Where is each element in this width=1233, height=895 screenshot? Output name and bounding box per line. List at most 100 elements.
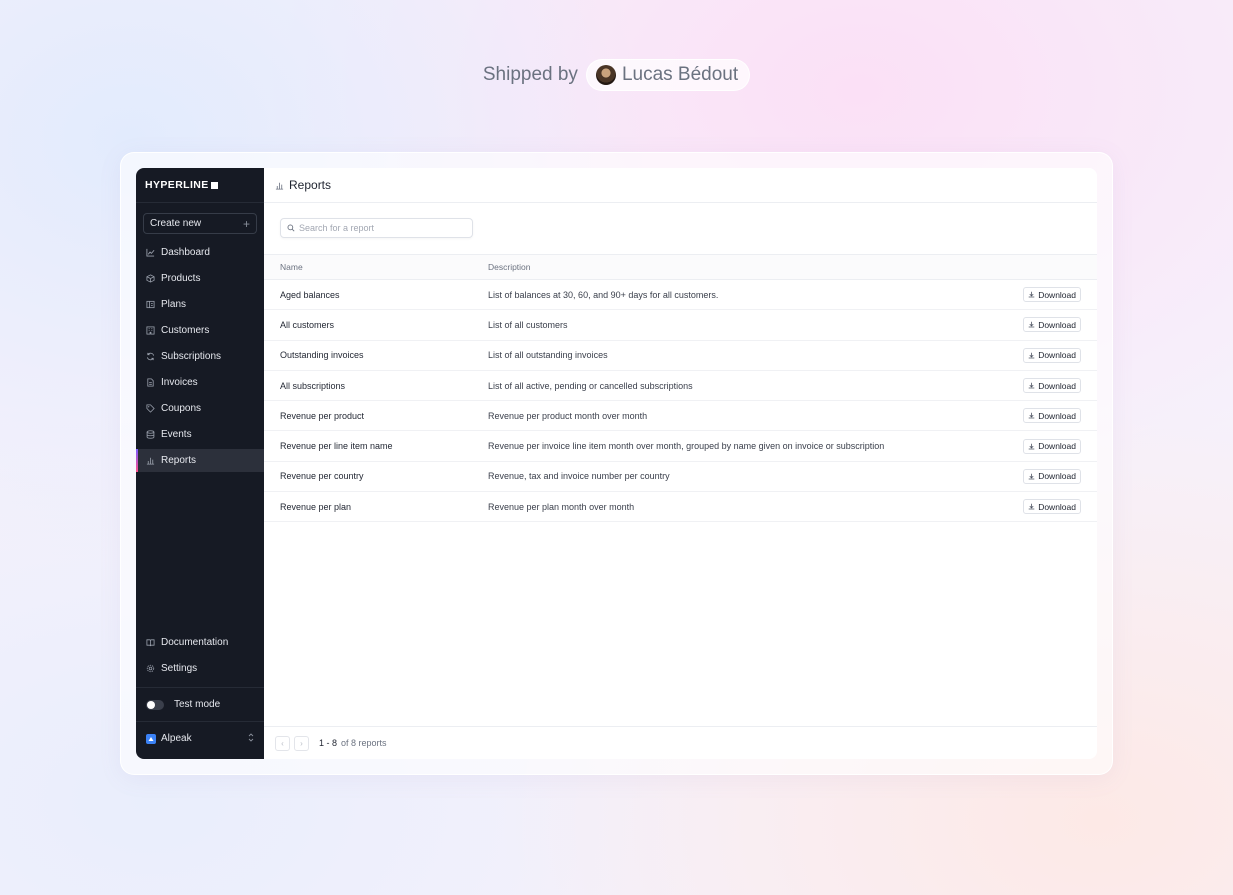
prev-page-button[interactable]: ‹ xyxy=(275,735,290,751)
download-label: Download xyxy=(1038,350,1076,361)
box-icon xyxy=(146,274,155,283)
pagination: ‹ › 1 - 8 of 8 reports xyxy=(264,726,1097,759)
gear-icon xyxy=(146,664,155,673)
logo-text: HYPERLINE xyxy=(145,179,209,191)
table-row[interactable]: Revenue per country Revenue, tax and invo… xyxy=(264,462,1097,493)
download-label: Download xyxy=(1038,319,1076,330)
workspace-name: Alpeak xyxy=(161,733,192,744)
sidebar-item-products[interactable]: Products xyxy=(136,267,264,290)
download-button[interactable]: Download xyxy=(1023,408,1081,424)
download-button[interactable]: Download xyxy=(1023,287,1081,303)
download-icon xyxy=(1028,412,1035,419)
table-row[interactable]: Revenue per plan Revenue per plan month o… xyxy=(264,492,1097,523)
download-button[interactable]: Download xyxy=(1023,468,1081,484)
main-content: Reports Search for a report Name Descrip… xyxy=(264,168,1097,759)
sidebar-item-documentation[interactable]: Documentation xyxy=(136,631,264,654)
report-name: Revenue per line item name xyxy=(280,441,393,452)
shipped-by-text: Shipped by xyxy=(482,64,578,85)
sidebar: HYPERLINE Create new + Dashboard Product… xyxy=(136,168,264,759)
create-new-label: Create new xyxy=(150,218,202,229)
report-description: List of all active, pending or cancelled… xyxy=(488,380,693,391)
file-icon xyxy=(146,378,155,387)
documentation-label: Documentation xyxy=(161,637,229,648)
search-icon xyxy=(287,224,295,232)
test-mode-toggle[interactable] xyxy=(146,699,164,710)
search-input[interactable]: Search for a report xyxy=(280,218,473,238)
sidebar-item-subscriptions[interactable]: Subscriptions xyxy=(136,345,264,368)
download-label: Download xyxy=(1038,380,1076,391)
download-icon xyxy=(1028,443,1035,450)
logo-square-icon xyxy=(210,181,218,189)
download-label: Download xyxy=(1038,410,1076,421)
download-button[interactable]: Download xyxy=(1023,317,1081,333)
table-row[interactable]: Revenue per line item name Revenue per in… xyxy=(264,431,1097,462)
download-label: Download xyxy=(1038,289,1076,300)
sidebar-item-customers[interactable]: Customers xyxy=(136,319,264,342)
sidebar-bottom: Documentation Settings Test mode Alpeak xyxy=(136,631,264,755)
create-new-button[interactable]: Create new + xyxy=(143,213,257,234)
report-name: All subscriptions xyxy=(280,380,346,391)
table-row[interactable]: Aged balances List of balances at 30, 60,… xyxy=(264,280,1097,311)
download-button[interactable]: Download xyxy=(1023,438,1081,454)
plus-icon: + xyxy=(242,216,250,231)
download-icon xyxy=(1028,291,1035,298)
sidebar-item-reports[interactable]: Reports xyxy=(136,449,264,472)
table-row[interactable]: Outstanding invoices List of all outstand… xyxy=(264,341,1097,371)
download-label: Download xyxy=(1038,441,1076,452)
chart-line-icon xyxy=(146,248,155,257)
report-name: Aged balances xyxy=(280,289,340,300)
bar-chart-icon xyxy=(146,456,155,465)
download-button[interactable]: Download xyxy=(1023,499,1081,515)
search-placeholder: Search for a report xyxy=(299,223,375,233)
sidebar-item-label: Plans xyxy=(161,299,187,310)
report-name: Revenue per plan xyxy=(280,501,352,512)
download-button[interactable]: Download xyxy=(1023,378,1081,394)
sidebar-item-plans[interactable]: Plans xyxy=(136,293,264,316)
table-row[interactable]: All customers List of all customers Downlo… xyxy=(264,310,1097,341)
building-icon xyxy=(146,326,155,335)
download-icon xyxy=(1028,321,1035,328)
download-icon xyxy=(1028,382,1035,389)
book-icon xyxy=(146,638,155,647)
topbar: Reports xyxy=(264,168,1097,203)
sidebar-item-label: Dashboard xyxy=(161,247,210,258)
sidebar-item-invoices[interactable]: Invoices xyxy=(136,371,264,394)
sidebar-item-label: Customers xyxy=(161,325,210,336)
report-name: Outstanding invoices xyxy=(280,350,364,361)
pagination-range: 1 - 8 xyxy=(319,738,338,748)
app-window: HYPERLINE Create new + Dashboard Product… xyxy=(136,168,1097,759)
download-label: Download xyxy=(1038,471,1076,482)
download-button[interactable]: Download xyxy=(1023,347,1081,363)
table-row[interactable]: All subscriptions List of all active, pen… xyxy=(264,371,1097,402)
sidebar-item-coupons[interactable]: Coupons xyxy=(136,397,264,420)
sidebar-item-events[interactable]: Events xyxy=(136,423,264,446)
report-description: List of all customers xyxy=(488,319,568,330)
report-name: Revenue per product xyxy=(280,410,365,421)
plans-icon xyxy=(146,300,155,309)
table-header: Name Description xyxy=(264,255,1097,280)
sidebar-item-label: Events xyxy=(161,429,192,440)
table-row[interactable]: Revenue per product Revenue per product m… xyxy=(264,401,1097,432)
sidebar-item-label: Reports xyxy=(161,455,197,466)
author-pill[interactable]: Lucas Bédout xyxy=(585,59,751,91)
sidebar-item-label: Subscriptions xyxy=(161,351,222,362)
next-page-button[interactable]: › xyxy=(294,735,309,751)
download-icon xyxy=(1028,352,1035,359)
test-mode-row[interactable]: Test mode xyxy=(136,688,264,721)
reports-table: Aged balances List of balances at 30, 60,… xyxy=(264,280,1097,523)
workspace-switcher[interactable]: Alpeak xyxy=(136,722,264,755)
report-name: Revenue per country xyxy=(280,471,364,482)
report-description: Revenue, tax and invoice number per coun… xyxy=(488,471,670,482)
chevron-up-down-icon xyxy=(248,732,254,745)
logo[interactable]: HYPERLINE xyxy=(136,168,264,203)
report-name: All customers xyxy=(280,319,335,330)
download-label: Download xyxy=(1038,501,1076,512)
tag-icon xyxy=(146,404,155,413)
shipped-by-banner: Shipped by Lucas Bédout xyxy=(0,59,1233,91)
sidebar-item-settings[interactable]: Settings xyxy=(136,657,264,680)
sidebar-item-dashboard[interactable]: Dashboard xyxy=(136,241,264,264)
report-description: List of all outstanding invoices xyxy=(488,350,608,361)
database-icon xyxy=(146,430,155,439)
page-title: Reports xyxy=(289,178,332,192)
report-description: Revenue per plan month over month xyxy=(488,501,635,512)
